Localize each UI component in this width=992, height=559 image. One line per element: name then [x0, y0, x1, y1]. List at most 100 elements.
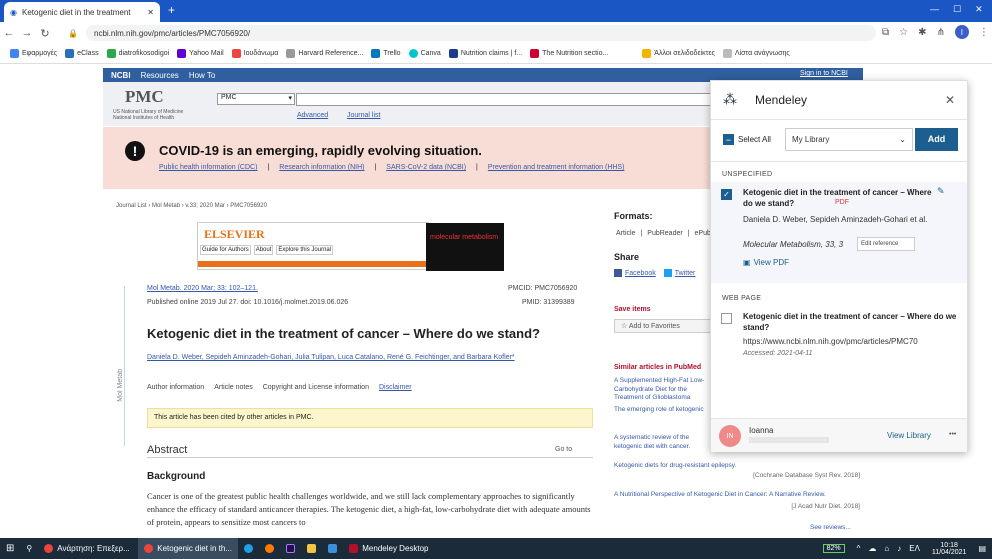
- close-icon[interactable]: ✕: [945, 93, 955, 107]
- article-notes-link[interactable]: Article notes: [214, 384, 253, 391]
- similar-item-5[interactable]: A Nutritional Perspective of Ketogenic D…: [614, 491, 864, 500]
- disclaimer-link[interactable]: Disclaimer: [379, 384, 412, 391]
- address-bar[interactable]: ncbi.nlm.nih.gov/pmc/articles/PMC7056920…: [86, 25, 876, 41]
- ncbi-data-link[interactable]: SARS-CoV-2 data (NCBI): [386, 164, 466, 171]
- chrome-icon: [144, 544, 154, 553]
- taskbar-premiere[interactable]: [280, 538, 301, 559]
- see-reviews-link[interactable]: See reviews...: [810, 524, 851, 531]
- view-pdf-link[interactable]: ▣ View PDF: [743, 258, 789, 267]
- epub-link[interactable]: ePub: [695, 230, 711, 237]
- new-tab-button[interactable]: +: [168, 3, 175, 17]
- item-2-checkbox[interactable]: [721, 313, 732, 324]
- similar-item-2[interactable]: The emerging role of ketogenic: [614, 406, 714, 413]
- bookmark-harvard[interactable]: Harvard Reference...: [286, 49, 363, 58]
- language-indicator[interactable]: ΕΛ: [909, 544, 920, 553]
- reload-icon[interactable]: ↻: [36, 27, 54, 40]
- journal-list-link[interactable]: Journal list: [347, 112, 380, 119]
- explore-journal-link[interactable]: Explore this Journal: [276, 245, 334, 255]
- similar-item-4[interactable]: Ketogenic diets for drug-resistant epile…: [614, 462, 864, 469]
- edit-reference-button[interactable]: Edit reference: [857, 237, 915, 251]
- library-select[interactable]: My Library ⌄: [785, 128, 913, 151]
- star-icon[interactable]: ☆: [899, 27, 908, 38]
- copyright-link[interactable]: Copyright and License information: [263, 384, 369, 391]
- close-window-icon[interactable]: ✕: [975, 4, 983, 15]
- bookmark-eclass[interactable]: eClass: [65, 49, 99, 58]
- author-list[interactable]: Daniela D. Weber, Sepideh Aminzadeh-Goha…: [147, 352, 587, 363]
- more-options-icon[interactable]: •••: [949, 431, 956, 438]
- user-avatar[interactable]: IN: [719, 425, 741, 447]
- bookmark-diatrofikosodigoi[interactable]: diatrofikosodigoi: [106, 49, 169, 58]
- select-all-checkbox[interactable]: −: [723, 134, 734, 145]
- toolbar-rule: [711, 161, 967, 162]
- facebook-share[interactable]: Facebook: [614, 269, 656, 277]
- bookmark-trello[interactable]: Trello: [371, 49, 401, 58]
- bookmark-yahoo-mail[interactable]: Yahoo Mail: [177, 49, 224, 58]
- taskbar-firefox[interactable]: [259, 538, 280, 559]
- forward-icon[interactable]: →: [18, 27, 36, 39]
- twitter-share[interactable]: Twitter: [663, 269, 695, 277]
- signin-link[interactable]: Sign in to NCBI: [800, 70, 848, 77]
- tab-ketogenic-diet[interactable]: ◉ Ketogenic diet in the treatment ✕: [4, 2, 160, 22]
- cited-notice[interactable]: This article has been cited by other art…: [147, 408, 593, 428]
- bookmark-nutrition-section[interactable]: The Nutrition sectio...: [530, 49, 608, 58]
- network-icon[interactable]: ⌂: [884, 544, 889, 553]
- cdc-link[interactable]: Public health information (CDC): [159, 164, 257, 171]
- volume-icon[interactable]: ♪: [897, 544, 901, 553]
- taskbar-explorer[interactable]: [301, 538, 322, 559]
- similar-item-1[interactable]: A Supplemented High-Fat Low-Carbohydrate…: [614, 377, 714, 403]
- nih-link[interactable]: Research information (NIH): [279, 164, 364, 171]
- similar-item-3[interactable]: A systematic review of the ketogenic die…: [614, 434, 714, 451]
- profile-avatar[interactable]: I: [954, 25, 969, 39]
- menu-icon[interactable]: ⋮: [979, 27, 989, 38]
- battery-indicator[interactable]: 82%: [817, 538, 851, 559]
- elsevier-banner[interactable]: ELSEVIER Guide for Authors About Explore…: [197, 222, 504, 271]
- goto-link[interactable]: Go to: [555, 446, 572, 453]
- lock-icon[interactable]: 🔒: [64, 29, 82, 38]
- notifications-button[interactable]: ▤: [972, 538, 992, 559]
- article-format-link[interactable]: Article: [616, 230, 635, 237]
- guide-authors-link[interactable]: Guide for Authors: [200, 245, 251, 255]
- pubreader-link[interactable]: PubReader: [647, 230, 682, 237]
- bookmark-canva[interactable]: Canva: [408, 49, 441, 58]
- cloud-icon[interactable]: ☁: [868, 544, 876, 553]
- chevron-up-icon[interactable]: ^: [857, 544, 861, 553]
- close-tab-icon[interactable]: ✕: [147, 8, 154, 17]
- bookmark-nutrition-claims[interactable]: Nutrition claims | f...: [448, 49, 522, 58]
- extensions-icon[interactable]: ✱: [918, 27, 926, 38]
- about-link[interactable]: About: [253, 245, 274, 255]
- reading-list[interactable]: Λίστα ανάγνωσης: [722, 49, 790, 58]
- bookmark-4[interactable]: Ιουδάνωμα: [231, 49, 278, 58]
- other-bookmarks[interactable]: Άλλοι σελιδοδείκτες: [642, 49, 715, 58]
- database-select[interactable]: PMC ▾: [217, 93, 295, 105]
- taskbar-chrome-2[interactable]: Ketogenic diet in th...: [138, 538, 239, 559]
- advanced-link[interactable]: Advanced: [297, 112, 328, 119]
- howto-menu[interactable]: How To: [189, 71, 216, 80]
- author-info-link[interactable]: Author information: [147, 384, 204, 391]
- mendeley-extension-icon[interactable]: ⋔: [937, 27, 945, 38]
- add-favorites-button[interactable]: ☆ Add to Favorites: [614, 319, 714, 333]
- taskbar-edge[interactable]: [238, 538, 259, 559]
- edit-pencil-icon[interactable]: ✎: [937, 186, 945, 197]
- taskbar-mendeley[interactable]: Mendeley Desktop: [343, 538, 445, 559]
- ncbi-logo[interactable]: NCBI: [111, 71, 131, 80]
- item-1-checkbox[interactable]: ✓: [721, 189, 732, 200]
- taskbar-chrome-1[interactable]: Ανάρτηση: Επεξερ...: [38, 538, 138, 559]
- back-icon[interactable]: ←: [0, 27, 18, 39]
- screenshot-icon[interactable]: ⧉: [882, 27, 889, 38]
- maximize-icon[interactable]: ☐: [953, 4, 961, 15]
- taskbar-store[interactable]: [322, 538, 343, 559]
- item-2[interactable]: Ketogenic diet in the treatment of cance…: [711, 306, 967, 366]
- pmc-logo[interactable]: PMC: [125, 87, 164, 107]
- breadcrumb[interactable]: Journal List › Mol Metab › v.33; 2020 Ma…: [116, 203, 267, 209]
- bookmark-apps[interactable]: Εφαρμογές: [10, 49, 57, 58]
- item-1[interactable]: ✓ Ketogenic diet in the treatment of can…: [711, 182, 967, 283]
- start-button[interactable]: ⊞: [0, 538, 20, 559]
- search-button[interactable]: ⚲: [20, 538, 38, 559]
- view-library-link[interactable]: View Library: [887, 431, 931, 440]
- hhs-link[interactable]: Prevention and treatment information (HH…: [488, 164, 625, 171]
- notification-icon: ▤: [978, 544, 986, 553]
- resources-menu[interactable]: Resources: [141, 71, 179, 80]
- clock[interactable]: 10:18 11/04/2021: [926, 538, 973, 559]
- add-button[interactable]: Add: [915, 128, 958, 151]
- minimize-icon[interactable]: —: [930, 4, 939, 15]
